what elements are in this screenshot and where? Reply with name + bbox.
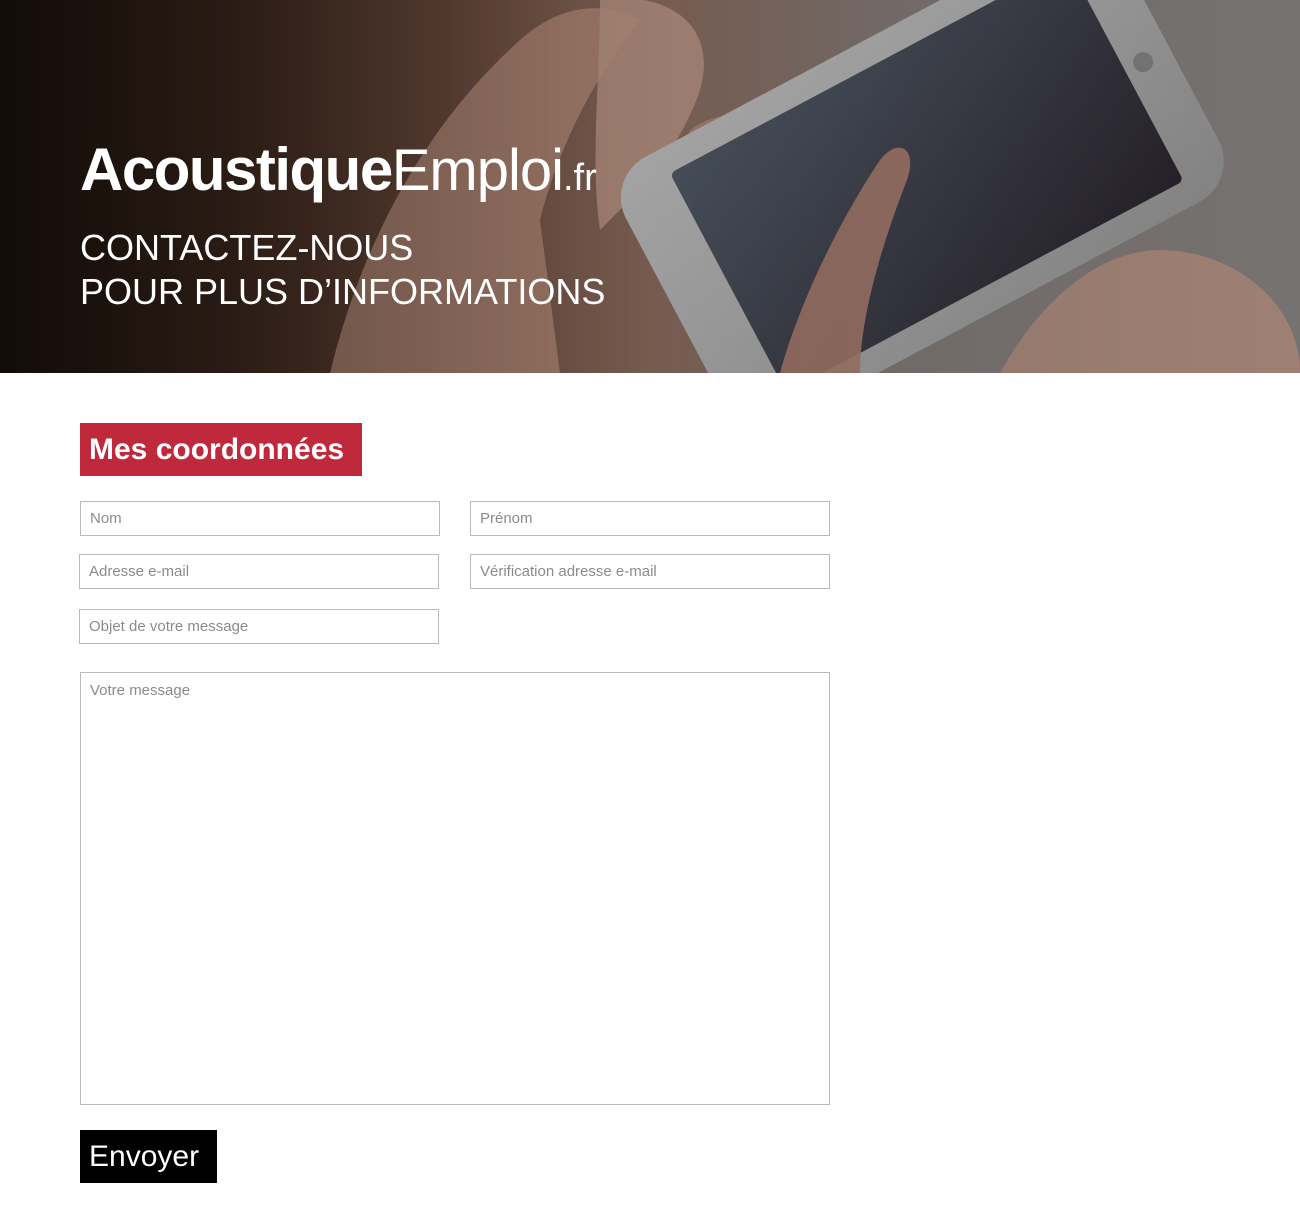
hero-content: Acoustique Emploi .fr CONTACTEZ-NOUS POUR … — [80, 140, 605, 314]
prenom-input[interactable] — [470, 501, 830, 536]
logo-light-text: Emploi — [391, 138, 564, 203]
logo-bold-text: Acoustique — [80, 136, 393, 203]
message-textarea[interactable] — [80, 672, 830, 1105]
send-button[interactable]: Envoyer — [80, 1130, 218, 1183]
nom-input[interactable] — [80, 501, 440, 536]
tagline-line-2: POUR PLUS D’INFORMATIONS — [80, 271, 606, 312]
tagline-line-1: CONTACTEZ-NOUS — [80, 227, 414, 268]
section-title: Mes coordonnées — [80, 423, 363, 476]
logo-suffix-text: .fr — [563, 157, 597, 199]
email-input[interactable] — [79, 554, 439, 589]
hero-banner: Acoustique Emploi .fr CONTACTEZ-NOUS POUR … — [0, 0, 1300, 373]
subject-input[interactable] — [79, 609, 439, 644]
hero-tagline: CONTACTEZ-NOUS POUR PLUS D’INFORMATIONS — [80, 226, 605, 314]
site-logo[interactable]: Acoustique Emploi .fr — [80, 140, 605, 200]
email-verification-input[interactable] — [470, 554, 830, 589]
